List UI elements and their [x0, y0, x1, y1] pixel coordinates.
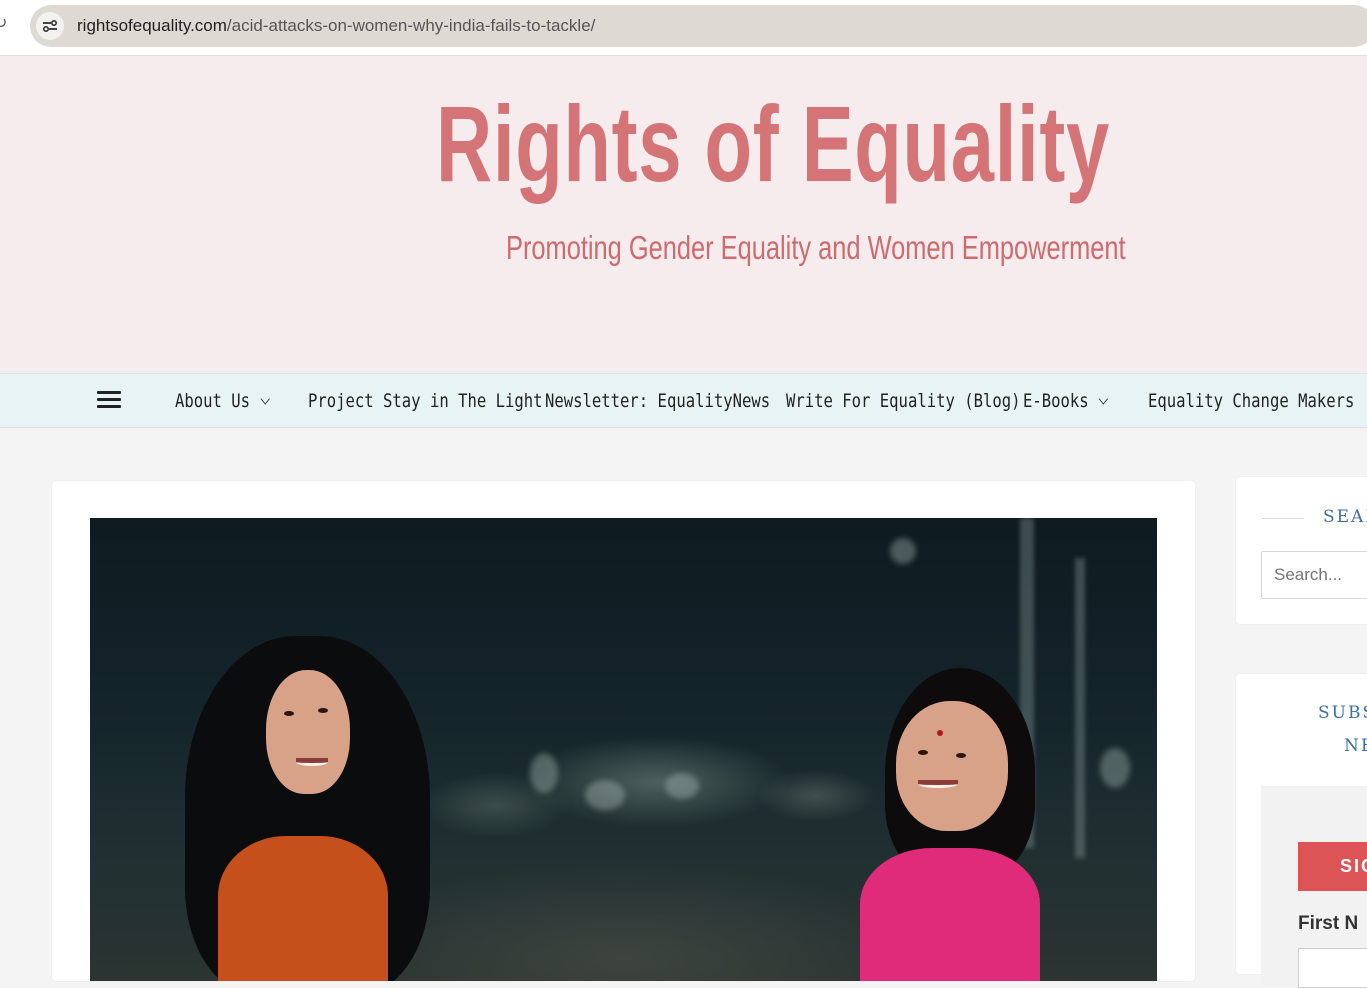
reload-icon[interactable]: ↻	[0, 14, 8, 32]
chevron-down-icon	[1098, 393, 1109, 405]
url-path: /acid-attacks-on-women-why-india-fails-t…	[226, 16, 596, 35]
nav-item-label: Newsletter: EqualityNews	[545, 390, 771, 412]
eye	[956, 753, 966, 758]
subscribe-title-line2: NE	[1344, 736, 1367, 756]
bokeh-light	[585, 780, 625, 810]
search-widget-title: SEAI	[1323, 507, 1367, 527]
search-widget: SEAI	[1236, 477, 1367, 624]
nav-item-write-for-equality[interactable]: Write For Equality (Blog)	[786, 374, 1021, 429]
article-card	[52, 481, 1195, 981]
subscribe-form: SIG First N	[1261, 786, 1367, 988]
face	[896, 701, 1008, 831]
nav-item-label: Project Stay in The Light	[308, 390, 543, 412]
nav-item-newsletter[interactable]: Newsletter: EqualityNews	[545, 374, 770, 429]
eye	[318, 708, 328, 713]
search-input[interactable]	[1261, 551, 1367, 599]
bindi	[937, 730, 943, 736]
bokeh-light	[530, 753, 558, 793]
first-name-input[interactable]	[1298, 948, 1367, 988]
chevron-down-icon	[260, 393, 270, 405]
nav-item-label: E-Books	[1023, 390, 1089, 412]
browser-toolbar: ↻ rightsofequality.com/acid-attacks-on-w…	[0, 0, 1367, 56]
main-navigation: About Us Project Stay in The Light Newsl…	[0, 373, 1367, 428]
face	[266, 670, 350, 794]
widget-title-line	[1262, 518, 1304, 519]
site-title[interactable]: Rights of Equality	[436, 74, 1110, 214]
subscribe-widget: SUBS NE SIG First N	[1236, 674, 1367, 988]
url-text[interactable]: rightsofequality.com/acid-attacks-on-wom…	[77, 5, 595, 47]
url-domain: rightsofequality.com	[77, 16, 227, 35]
eye	[918, 750, 928, 755]
smile	[296, 758, 328, 766]
pink-top	[860, 848, 1040, 981]
site-tagline: Promoting Gender Equality and Women Empo…	[506, 229, 1126, 266]
site-header: Rights of Equality Promoting Gender Equa…	[0, 56, 1367, 373]
nav-item-equality-change-makers[interactable]: Equality Change Makers	[1148, 374, 1354, 429]
address-bar[interactable]: rightsofequality.com/acid-attacks-on-wom…	[30, 5, 1367, 47]
nav-item-project-stay-in-the-light[interactable]: Project Stay in The Light	[308, 374, 543, 429]
eye	[284, 711, 294, 716]
signup-button[interactable]: SIG	[1298, 842, 1367, 891]
background-tree	[1075, 558, 1085, 858]
bokeh-light	[890, 538, 916, 564]
smile	[918, 780, 958, 788]
site-info-icon[interactable]	[36, 12, 64, 40]
nav-item-label: Equality Change Makers	[1148, 390, 1355, 412]
first-name-label: First N	[1298, 913, 1359, 934]
bokeh-light	[665, 773, 699, 799]
nav-item-label: Write For Equality (Blog)	[786, 390, 1021, 412]
featured-image	[90, 518, 1157, 981]
subscribe-title-line1: SUBS	[1318, 703, 1367, 723]
nav-item-e-books[interactable]: E-Books	[1023, 374, 1109, 429]
bokeh-light	[1100, 748, 1130, 788]
orange-top	[218, 836, 388, 981]
nav-item-label: About Us	[175, 390, 251, 412]
nav-item-about-us[interactable]: About Us	[175, 374, 270, 429]
hamburger-icon[interactable]	[97, 391, 121, 411]
